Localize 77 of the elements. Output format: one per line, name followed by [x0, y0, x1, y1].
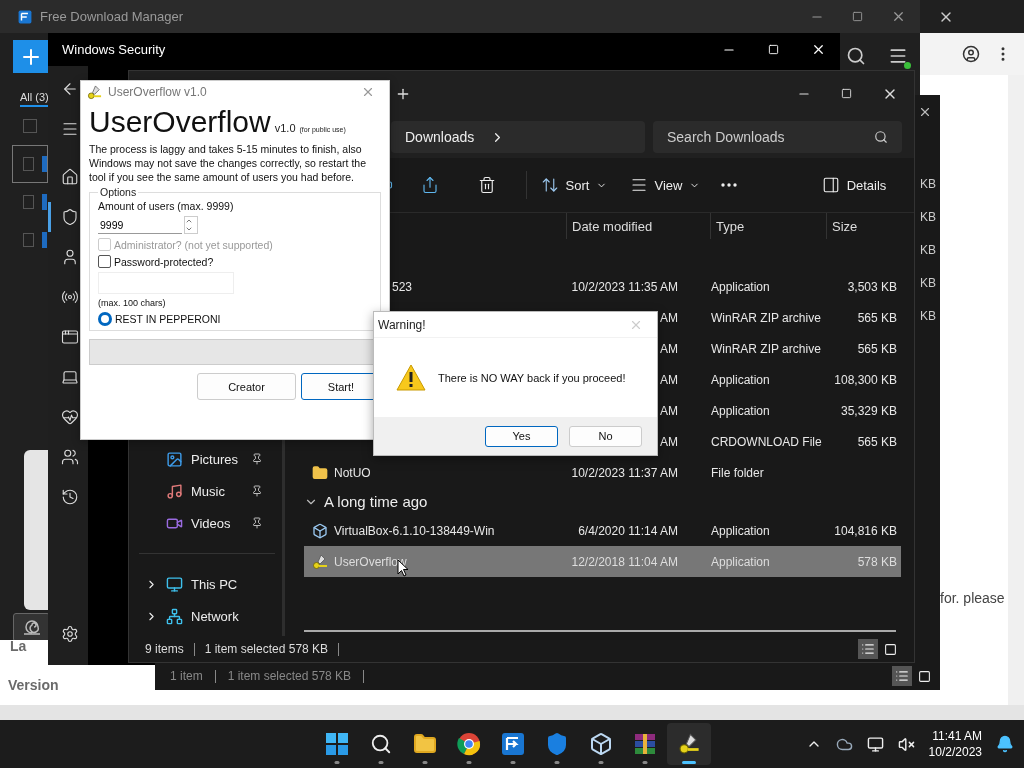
size-text: KB — [920, 276, 936, 290]
app-heading: UserOverflow — [89, 105, 271, 139]
size-text: 565 KB — [856, 434, 897, 449]
version-text: v1.0 — [274, 122, 296, 134]
size-text: KB — [920, 243, 936, 257]
file-name: NotUO — [334, 465, 371, 480]
type-text: Application — [711, 279, 771, 294]
size-text: 565 KB — [856, 341, 897, 356]
date-text: AM — [660, 341, 678, 356]
type-text: Application — [711, 554, 771, 569]
clock[interactable]: 11:41 AM 10/2/2023 — [928, 728, 982, 760]
date-text: AM — [660, 434, 678, 449]
radio-label: REST IN PEPPERONI — [115, 313, 221, 325]
date-text: 10/2/2023 11:37 AM — [571, 465, 678, 480]
nav-item[interactable]: Music — [135, 475, 275, 507]
checkbox-label: Administrator? (not yet supported) — [114, 238, 273, 251]
file-name: VirtualBox-6.1.10-138449-Win — [334, 523, 495, 538]
size-text: 565 KB — [856, 310, 897, 325]
date-text: 12/2/2018 11:04 AM — [571, 554, 678, 569]
search-field[interactable]: Search Downloads — [653, 121, 902, 153]
amount-label: Amount of users (max. 9999) — [98, 200, 235, 212]
type-text: Application — [711, 372, 771, 387]
type-text: Application — [711, 523, 771, 538]
page-text: for. please — [940, 590, 1005, 606]
group-label: Options — [99, 186, 138, 198]
file-name: UserOverflow — [334, 554, 407, 569]
item-count: 9 items — [145, 642, 184, 656]
nav-item[interactable]: Videos — [135, 507, 275, 539]
date-text: 10/2/2023 11:35 AM — [571, 279, 678, 294]
address-bar[interactable]: Downloads — [391, 121, 645, 153]
date-text: AM — [660, 403, 678, 418]
window-title: Free Download Manager — [40, 9, 184, 24]
selection-info: 1 item selected 578 KB — [204, 642, 329, 656]
details-button[interactable]: Details — [814, 168, 894, 202]
type-text: CRDOWNLOAD File — [711, 434, 823, 449]
group-label: A long time ago — [324, 493, 428, 510]
file-row[interactable]: VirtualBox-6.1.10-138449-Win 6/4/2020 11:14 AM Application 104,816 KB — [304, 515, 901, 546]
size-text: 578 KB — [856, 554, 897, 569]
sort-button[interactable]: Sort — [527, 168, 621, 202]
dialog-button[interactable]: Creator — [197, 373, 296, 400]
nav-item[interactable]: This PC — [135, 568, 275, 600]
column-header[interactable]: Date modified — [566, 213, 710, 239]
size-text: 108,300 KB — [833, 372, 897, 387]
version-label: Version — [8, 677, 59, 693]
window-title: UserOverflow v1.0 — [108, 85, 207, 99]
column-header[interactable]: Type — [710, 213, 826, 239]
selection-info: 1 item selected 578 KB — [227, 669, 352, 683]
type-text: File folder — [711, 465, 765, 480]
type-text: WinRAR ZIP archive — [711, 310, 822, 325]
size-text: KB — [920, 177, 936, 191]
nav-item[interactable]: Network — [135, 600, 275, 632]
size-text: 35,329 KB — [839, 403, 897, 418]
size-text: KB — [920, 210, 936, 224]
group-header[interactable]: A long time ago — [304, 488, 914, 515]
warning-message: There is NO WAY back if you proceed! — [438, 371, 626, 384]
description-text: The process is laggy and takes 5-15 minutes to finish, also Windows may not save the changes correctly, so restart the tool if you see the same amount of users you had before. — [89, 142, 367, 184]
type-text: Application — [711, 403, 771, 418]
dialog-button[interactable]: No — [569, 425, 642, 447]
date-text: AM — [660, 372, 678, 387]
file-row[interactable]: NotUO 10/2/2023 11:37 AM File folder — [304, 457, 901, 488]
window-title: Windows Security — [62, 42, 166, 57]
dialog-button[interactable]: Yes — [485, 425, 558, 447]
page-text: La — [10, 638, 27, 654]
hint-text: (max. 100 chars) — [98, 298, 167, 308]
size-text: 104,816 KB — [833, 523, 897, 538]
file-name: 523 — [392, 279, 413, 294]
column-header[interactable]: Size — [826, 213, 904, 239]
size-text: KB — [920, 309, 936, 323]
date-text: 6/4/2020 11:14 AM — [578, 523, 678, 538]
size-text: 3,503 KB — [846, 279, 897, 294]
checkbox-label: Password-protected? — [114, 255, 214, 268]
view-button[interactable]: View — [621, 168, 709, 202]
nav-item[interactable]: Pictures — [135, 443, 275, 475]
item-count: 1 item — [170, 669, 203, 683]
type-text: WinRAR ZIP archive — [711, 341, 822, 356]
date-text: AM — [660, 310, 678, 325]
window-title: Warning! — [378, 317, 426, 332]
